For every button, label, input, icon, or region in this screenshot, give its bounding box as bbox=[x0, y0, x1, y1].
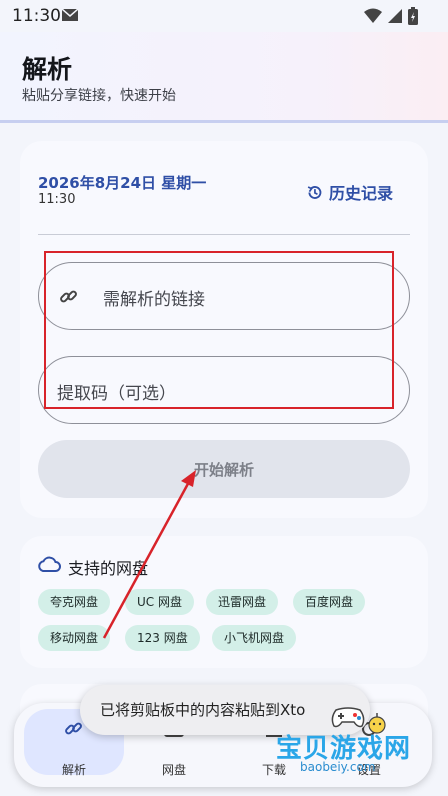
toast-text: 已将剪贴板中的内容粘贴到Xto bbox=[100, 701, 306, 719]
gamepad-icon bbox=[331, 707, 365, 728]
link-icon bbox=[65, 722, 82, 735]
nav-label: 网盘 bbox=[161, 763, 186, 777]
disk-chip: 夸克网盘 bbox=[38, 589, 111, 615]
disk-chip: 小飞机网盘 bbox=[212, 625, 297, 651]
wifi-icon bbox=[364, 8, 382, 23]
disk-chip: 移动网盘 bbox=[38, 625, 111, 651]
disk-chip: 123 网盘 bbox=[125, 625, 200, 651]
signal-icon bbox=[388, 9, 402, 23]
page-header: 解析 粘贴分享链接，快速开始 bbox=[0, 32, 448, 123]
page-subtitle: 粘贴分享链接，快速开始 bbox=[22, 88, 176, 104]
disk-chip: 迅雷网盘 bbox=[206, 589, 279, 615]
mail-icon bbox=[62, 9, 78, 21]
start-parse-label: 开始解析 bbox=[193, 460, 254, 479]
battery-icon bbox=[408, 7, 418, 25]
disk-chip: UC 网盘 bbox=[125, 589, 194, 615]
divider bbox=[38, 234, 410, 235]
history-icon bbox=[307, 185, 322, 199]
page-title: 解析 bbox=[22, 55, 73, 84]
status-bar: 11:30 bbox=[0, 0, 448, 32]
history-label: 历史记录 bbox=[329, 184, 394, 203]
date-text: 2026年8月24日 星期一 bbox=[38, 174, 207, 192]
history-button[interactable]: 历史记录 bbox=[306, 180, 393, 204]
annotation-highlight-box bbox=[44, 251, 394, 409]
cloud-icon bbox=[38, 556, 61, 572]
nav-label: 解析 bbox=[61, 763, 86, 777]
start-parse-button[interactable]: 开始解析 bbox=[38, 440, 410, 498]
time-text: 11:30 bbox=[38, 192, 76, 207]
supported-disks-title: 支持的网盘 bbox=[68, 559, 149, 578]
supported-disks-card: 支持的网盘 夸克网盘 UC 网盘 迅雷网盘 百度网盘 移动网盘 123 网盘 小… bbox=[20, 536, 428, 668]
status-time: 11:30 bbox=[12, 6, 61, 26]
watermark-url: baobeiy.com bbox=[300, 760, 376, 774]
disk-chip: 百度网盘 bbox=[293, 589, 366, 615]
